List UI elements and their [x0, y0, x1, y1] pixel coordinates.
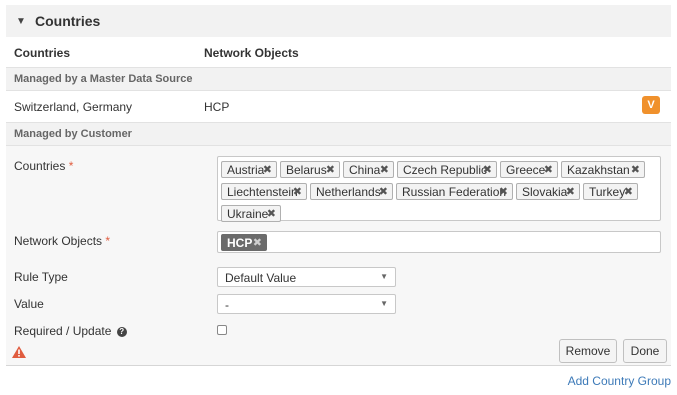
country-tag: Ukraine ✖	[221, 205, 281, 222]
section-master-data: Managed by a Master Data Source	[6, 67, 671, 91]
country-tag: Turkey ✖	[583, 183, 638, 200]
customer-form: Countries * Austria ✖ Belarus ✖ China ✖ Cze…	[6, 146, 671, 366]
edit-badge[interactable]: V	[642, 96, 660, 114]
country-tag: Liechtenstein ✖	[221, 183, 307, 200]
rule-type-select[interactable]: Default Value ▼	[217, 267, 396, 287]
rule-type-selected-value: Default Value	[225, 271, 297, 285]
remove-tag-icon[interactable]: ✖	[293, 184, 302, 201]
remove-tag-icon[interactable]: ✖	[380, 162, 389, 179]
section-customer-label: Managed by Customer	[14, 128, 132, 140]
section-master-data-label: Managed by a Master Data Source	[14, 73, 193, 85]
master-countries-value: Switzerland, Germany	[14, 100, 133, 114]
divider	[6, 365, 671, 366]
panel-header[interactable]: ▼ Countries	[6, 5, 671, 37]
rule-type-label: Rule Type	[14, 270, 68, 284]
required-asterisk: *	[105, 234, 111, 248]
column-headers: Countries Network Objects	[6, 37, 671, 68]
country-tag: China ✖	[343, 161, 394, 178]
column-header-network-objects: Network Objects	[204, 46, 299, 60]
required-asterisk: *	[68, 159, 74, 173]
remove-tag-icon[interactable]: ✖	[499, 184, 508, 201]
country-tag: Russian Federation ✖	[396, 183, 513, 200]
caret-down-icon: ▼	[380, 272, 388, 281]
master-data-row: Switzerland, Germany HCP V	[6, 91, 671, 121]
master-network-objects-value: HCP	[204, 100, 230, 114]
panel-title: Countries	[35, 13, 101, 29]
remove-tag-icon[interactable]: ✖	[624, 184, 633, 201]
remove-tag-icon[interactable]: ✖	[483, 162, 492, 179]
add-country-group-link[interactable]: Add Country Group	[568, 374, 671, 388]
remove-tag-icon[interactable]: ✖	[566, 184, 575, 201]
section-customer: Managed by Customer	[6, 122, 671, 146]
required-update-field-label: Required / Update ?	[14, 324, 127, 338]
required-update-label-text: Required / Update	[14, 324, 112, 338]
collapse-triangle-icon[interactable]: ▼	[16, 16, 28, 27]
warning-icon	[12, 346, 26, 358]
countries-panel: ▼ Countries Countries Network Objects Ma…	[6, 5, 671, 366]
column-header-countries: Countries	[14, 46, 71, 60]
country-tag: Czech Republic ✖	[397, 161, 497, 178]
network-objects-multiselect[interactable]: HCP ✖	[217, 231, 661, 253]
help-icon[interactable]: ?	[116, 327, 127, 337]
country-tag: Belarus ✖	[280, 161, 340, 178]
countries-field-label: Countries *	[14, 159, 73, 173]
remove-tag-icon[interactable]: ✖	[379, 184, 388, 201]
network-objects-field-label: Network Objects *	[14, 234, 110, 248]
network-objects-label-text: Network Objects	[14, 234, 103, 248]
remove-tag-icon[interactable]: ✖	[253, 235, 262, 252]
country-tag: Austria ✖	[221, 161, 277, 178]
network-object-tag: HCP ✖	[221, 234, 267, 251]
country-tag: Kazakhstan ✖	[561, 161, 645, 178]
remove-tag-icon[interactable]: ✖	[544, 162, 553, 179]
countries-label-text: Countries	[14, 159, 66, 173]
remove-tag-icon[interactable]: ✖	[631, 162, 640, 179]
country-tag: Greece ✖	[500, 161, 558, 178]
country-tag: Netherlands ✖	[310, 183, 393, 200]
countries-multiselect[interactable]: Austria ✖ Belarus ✖ China ✖ Czech Republic ✖…	[217, 156, 661, 222]
value-selected-value: -	[225, 298, 229, 312]
value-select[interactable]: - ▼	[217, 294, 396, 314]
caret-down-icon: ▼	[380, 299, 388, 308]
done-button[interactable]: Done	[623, 339, 667, 363]
required-update-checkbox[interactable]	[217, 325, 227, 335]
remove-button[interactable]: Remove	[559, 339, 617, 363]
remove-tag-icon[interactable]: ✖	[267, 206, 276, 223]
value-label: Value	[14, 297, 44, 311]
remove-tag-icon[interactable]: ✖	[263, 162, 272, 179]
country-tag: Slovakia ✖	[516, 183, 580, 200]
remove-tag-icon[interactable]: ✖	[326, 162, 335, 179]
